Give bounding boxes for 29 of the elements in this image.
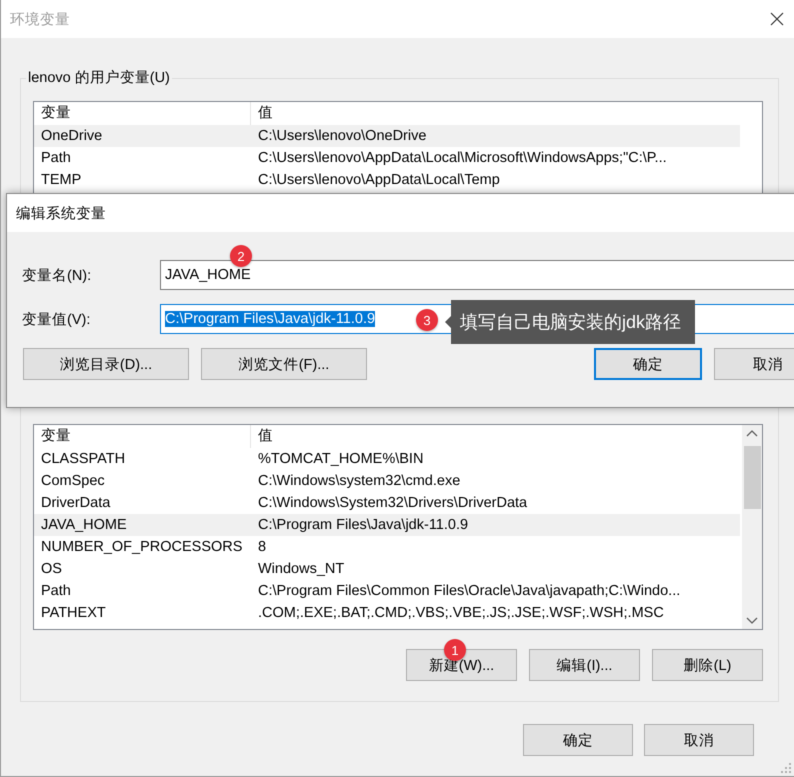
variable-name: Path	[40, 149, 72, 168]
variable-value: Windows_NT	[257, 560, 344, 579]
variable-name: DriverData	[40, 494, 112, 513]
variable-value: C:\Users\lenovo\AppData\Local\Microsoft\WindowsApps;"C:\P...	[257, 149, 667, 168]
variable-value: %TOMCAT_HOME%\BIN	[257, 450, 424, 469]
variable-value: C:\Users\lenovo\OneDrive	[257, 127, 426, 146]
variable-value: C:\Program Files\Java\jdk-11.0.9	[257, 516, 468, 535]
tooltip: 填写自己电脑安装的jdk路径	[445, 300, 696, 344]
dialog-title: 编辑系统变量	[16, 204, 106, 222]
variable-name: ComSpec	[40, 472, 106, 491]
variable-name: NUMBER_OF_PROCESSORS	[40, 538, 244, 557]
variable-name: TEMP	[40, 171, 82, 190]
variable-value: .COM;.EXE;.BAT;.CMD;.VBS;.VBE;.JS;.JSE;.WSF;.WSH;.MSC	[257, 604, 664, 623]
variable-name: OneDrive	[40, 127, 104, 146]
variable-name: JAVA_HOME	[40, 516, 128, 535]
window-title: 环境变量	[10, 10, 70, 28]
variable-value: C:\Users\lenovo\AppData\Local\Temp	[257, 171, 500, 190]
variable-value: C:\Windows\system32\cmd.exe	[257, 472, 460, 491]
variable-value: C:\Windows\System32\Drivers\DriverData	[257, 494, 528, 513]
group-title: lenovo 的用户变量(U)	[26, 68, 172, 87]
variable-name: CLASSPATH	[40, 450, 126, 469]
variable-value: C:\Program Files\Common Files\Oracle\Java\javapath;C:\Windo...	[257, 582, 680, 601]
field-label: 变量名(N):	[21, 266, 92, 284]
variable-name: PATHEXT	[40, 604, 107, 623]
variable-value: 8	[257, 538, 266, 557]
field-label: 变量值(V):	[21, 310, 92, 328]
step-badge: 1	[444, 639, 466, 661]
variable-name: Path	[40, 582, 72, 601]
variable-name: OS	[40, 560, 63, 579]
